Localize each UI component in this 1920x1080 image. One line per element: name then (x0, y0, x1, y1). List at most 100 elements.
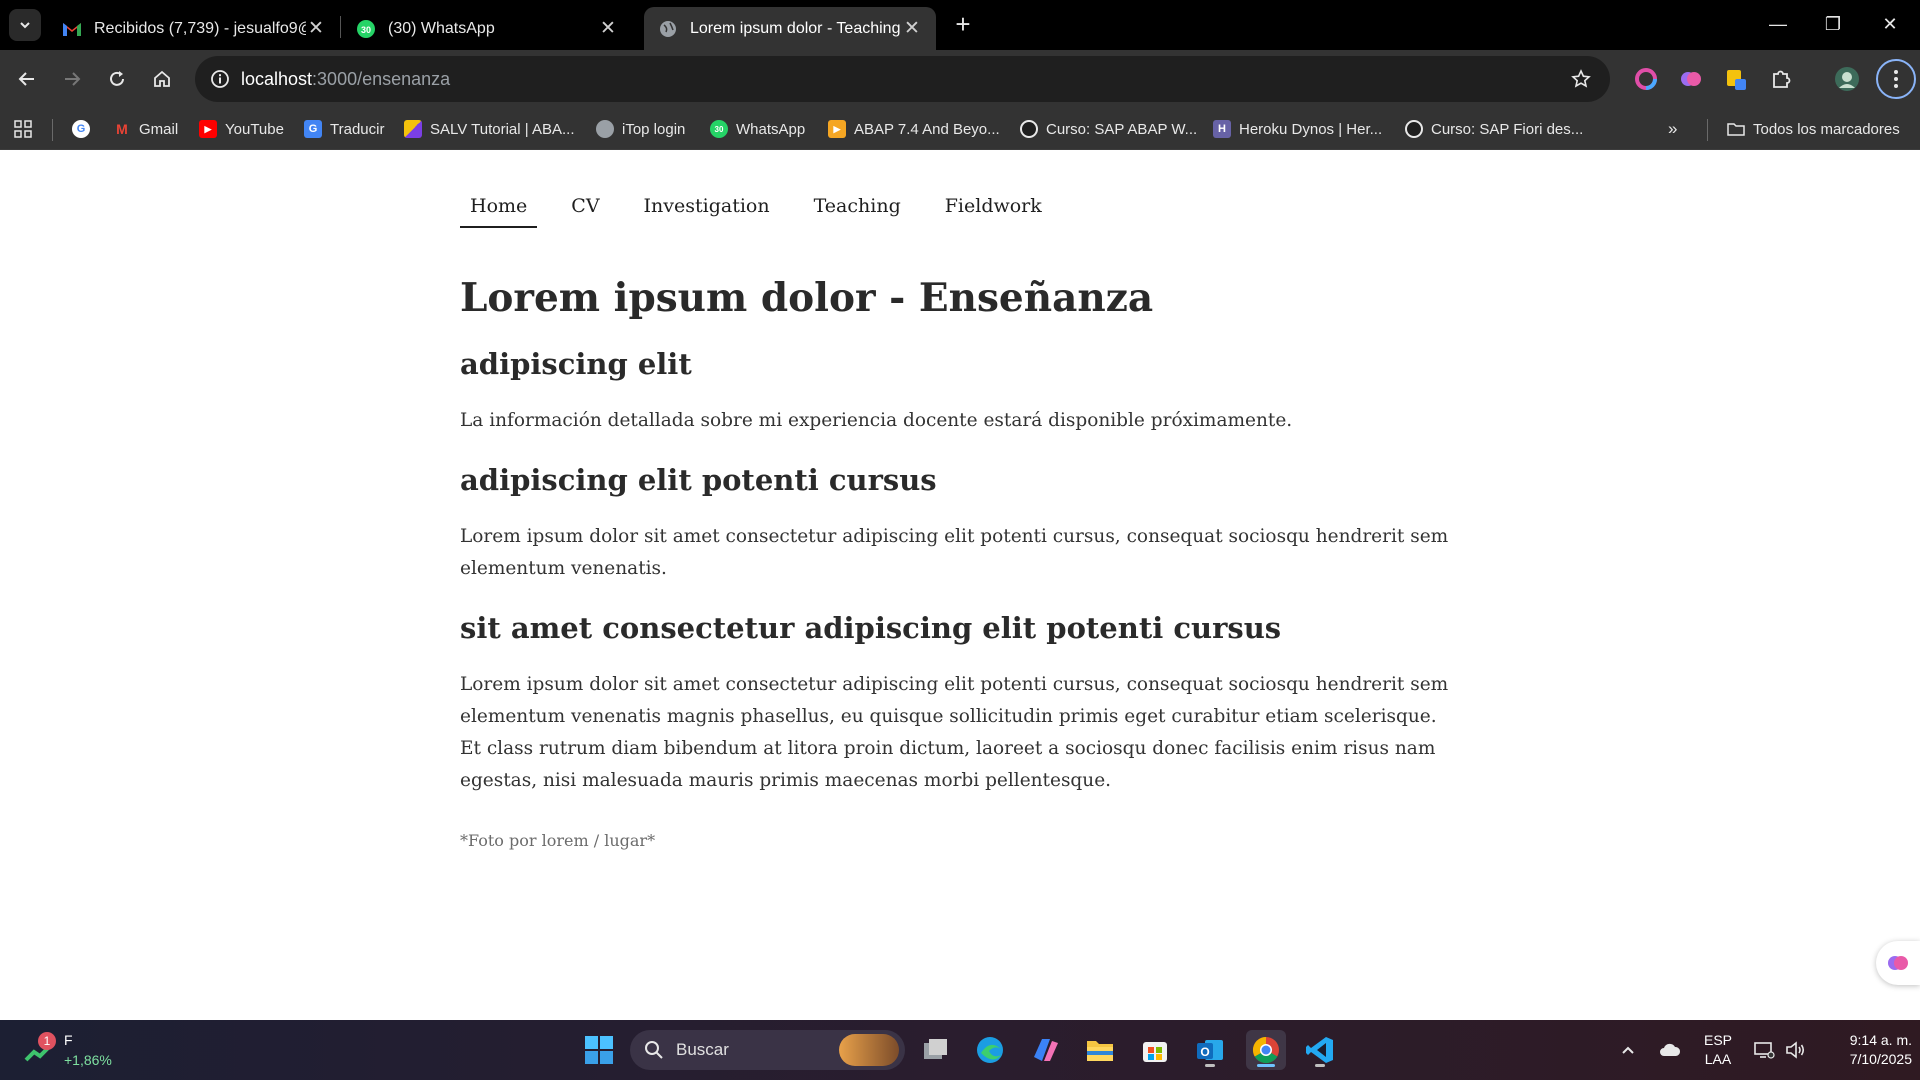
bookmark-itop[interactable]: iTop login (596, 118, 685, 140)
windows-taskbar: 1 F +1,86% Buscar O ESP LAA 9:14 a. m. 7… (0, 1020, 1920, 1080)
globe-icon (596, 120, 614, 138)
search-highlight-image (839, 1034, 899, 1066)
folder-icon (1087, 1041, 1113, 1061)
taskbar-search[interactable]: Buscar (630, 1030, 905, 1070)
edge-icon (977, 1037, 1003, 1063)
show-hidden-icons-button[interactable] (1610, 1030, 1646, 1070)
section-paragraph: Lorem ipsum dolor sit amet consectetur a… (460, 526, 1449, 579)
site-info-icon[interactable] (205, 64, 235, 94)
profile-avatar[interactable] (1832, 64, 1862, 94)
floating-assistant-button[interactable] (1876, 941, 1920, 985)
bookmark-label: YouTube (225, 120, 284, 138)
reload-button[interactable] (101, 63, 133, 95)
stock-symbol: F (64, 1032, 73, 1048)
taskbar-copilot[interactable] (1025, 1030, 1065, 1070)
photo-caption: *Foto por lorem / lugar* (460, 831, 656, 850)
taskbar-edge[interactable] (970, 1030, 1010, 1070)
forward-button[interactable] (56, 63, 88, 95)
bookmark-curso-fiori[interactable]: Curso: SAP Fiori des... (1405, 118, 1583, 140)
bookmark-doc-icon: ▶ (828, 120, 846, 138)
web-page: Home CV Investigation Teaching Fieldwork… (0, 151, 1920, 1020)
address-url[interactable]: localhost:3000/ensenanza (241, 69, 450, 90)
section-paragraph: Lorem ipsum dolor sit amet consectetur a… (460, 674, 1449, 791)
bookmark-label: iTop login (622, 120, 686, 138)
bookmark-traducir[interactable]: G Traducir (304, 118, 384, 140)
restore-button[interactable]: ❐ (1813, 8, 1853, 40)
main-content: Lorem ipsum dolor - Enseñanza adipiscing… (460, 271, 1460, 850)
search-icon (645, 1041, 663, 1059)
all-bookmarks-button[interactable]: Todos los marcadores (1727, 118, 1900, 140)
address-bar[interactable]: localhost:3000/ensenanza (195, 56, 1610, 102)
back-button[interactable] (11, 63, 43, 95)
section-heading: adipiscing elit potenti cursus (460, 463, 937, 497)
close-icon[interactable]: ✕ (306, 17, 326, 40)
close-icon[interactable]: ✕ (598, 17, 618, 40)
start-button[interactable] (579, 1030, 619, 1070)
minimize-button[interactable]: — (1758, 8, 1798, 40)
google-icon: G (72, 120, 90, 138)
chevron-double-right-icon: » (1668, 119, 1678, 138)
home-button[interactable] (146, 63, 178, 95)
running-indicator (1205, 1064, 1215, 1067)
close-window-button[interactable]: ✕ (1870, 8, 1910, 40)
bookmarks-divider (1707, 119, 1708, 141)
bookmark-salv[interactable]: SALV Tutorial | ABA... (404, 118, 575, 140)
windows-icon (585, 1036, 613, 1064)
site-nav: Home CV Investigation Teaching Fieldwork (460, 191, 1076, 228)
nav-teaching[interactable]: Teaching (804, 191, 911, 228)
new-tab-button[interactable]: + (948, 10, 978, 40)
close-icon[interactable]: ✕ (902, 17, 922, 40)
taskbar-chrome[interactable] (1246, 1030, 1286, 1070)
onedrive-button[interactable] (1652, 1030, 1688, 1070)
bookmark-label: Traducir (330, 120, 385, 138)
bookmark-label: WhatsApp (736, 120, 806, 138)
bookmark-heroku[interactable]: H Heroku Dynos | Her... (1213, 118, 1382, 140)
taskbar-outlook[interactable]: O (1190, 1030, 1230, 1070)
more-bookmarks-button[interactable]: » (1668, 118, 1677, 140)
clipboard-extension-icon[interactable] (1721, 64, 1751, 94)
nav-cv[interactable]: CV (561, 191, 609, 228)
all-bookmarks-label: Todos los marcadores (1753, 120, 1900, 138)
chevron-down-icon (20, 22, 30, 29)
network-button[interactable] (1746, 1030, 1782, 1070)
bookmark-abap[interactable]: ▶ ABAP 7.4 And Beyo... (828, 118, 1000, 140)
tab-gmail[interactable]: Recibidos (7,739) - jesualfo9@g ✕ (48, 7, 340, 50)
input-language-button[interactable]: ESP LAA (1696, 1031, 1740, 1069)
extension-color-icon[interactable] (1631, 64, 1661, 94)
nav-home[interactable]: Home (460, 191, 538, 228)
nav-fieldwork[interactable]: Fieldwork (935, 191, 1052, 228)
bookmark-curso-abap[interactable]: Curso: SAP ABAP W... (1020, 118, 1197, 140)
taskbar-file-explorer[interactable] (1080, 1030, 1120, 1070)
clock[interactable]: 9:14 a. m. 7/10/2025 (1812, 1031, 1912, 1069)
bookmarks-divider (52, 119, 53, 141)
store-icon (1143, 1042, 1167, 1062)
stock-widget[interactable]: 1 F +1,86% (24, 1032, 144, 1072)
globe-icon (658, 19, 678, 39)
bookmark-gmail[interactable]: M Gmail (113, 118, 178, 140)
tab-title: (30) WhatsApp (388, 19, 495, 37)
address-host: localhost (241, 69, 313, 89)
section-paragraph: La información detallada sobre mi experi… (460, 410, 1293, 431)
extensions-puzzle-icon[interactable] (1766, 64, 1796, 94)
bookmark-whatsapp[interactable]: 30 WhatsApp (710, 118, 805, 140)
brain-extension-icon[interactable] (1676, 64, 1706, 94)
volume-button[interactable] (1778, 1030, 1814, 1070)
tab-search-button[interactable] (9, 9, 41, 41)
whatsapp-icon: 30 (710, 120, 728, 138)
tab-teaching[interactable]: Lorem ipsum dolor - Teaching ✕ (644, 7, 936, 50)
bookmark-star-icon[interactable] (1568, 66, 1594, 92)
task-view-button[interactable] (916, 1030, 956, 1070)
browser-menu-button[interactable] (1876, 59, 1916, 99)
bookmark-youtube[interactable]: ▶ YouTube (199, 118, 284, 140)
bookmarks-bar: G M Gmail ▶ YouTube G Traducir SALV Tutoria… (0, 108, 1920, 150)
brain-icon (1888, 956, 1908, 970)
tab-strip: Recibidos (7,739) - jesualfo9@g ✕ 30 (30… (0, 0, 1920, 50)
bookmark-google[interactable]: G (72, 118, 98, 140)
nav-investigation[interactable]: Investigation (634, 191, 780, 228)
taskbar-store[interactable] (1135, 1030, 1175, 1070)
tab-whatsapp[interactable]: 30 (30) WhatsApp ✕ (342, 7, 632, 50)
running-indicator (1315, 1064, 1325, 1067)
taskbar-vscode[interactable] (1300, 1030, 1340, 1070)
apps-grid-button[interactable] (14, 118, 32, 140)
bookmark-label: Curso: SAP ABAP W... (1046, 120, 1198, 138)
